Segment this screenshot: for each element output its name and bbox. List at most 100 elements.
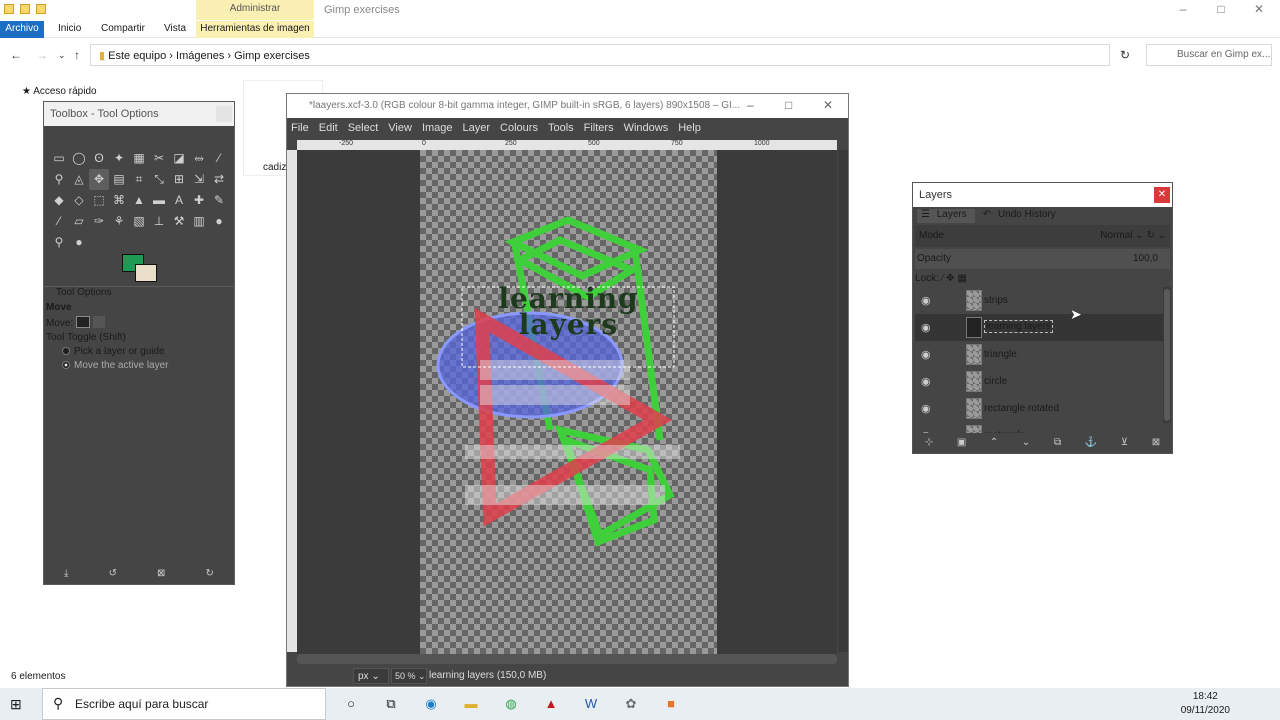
- word-icon[interactable]: W: [576, 692, 606, 716]
- layer-row-selected[interactable]: ◉ learning layers: [915, 314, 1163, 341]
- tab-undo-history[interactable]: ↶ Undo History: [979, 209, 1064, 223]
- ribbon-share-tab[interactable]: Compartir: [101, 21, 145, 38]
- burn-icon[interactable]: ●: [69, 232, 89, 253]
- visibility-eye-icon[interactable]: ◉: [921, 321, 931, 334]
- menu-tools[interactable]: Tools: [548, 122, 574, 140]
- menu-colours[interactable]: Colours: [500, 122, 538, 140]
- heal-icon[interactable]: ✚: [189, 190, 209, 211]
- forward-icon[interactable]: →: [36, 48, 48, 62]
- layer-row[interactable]: ◉ rectangle: [915, 422, 1163, 433]
- rect-select-icon[interactable]: ▭: [49, 148, 69, 169]
- select-by-color-icon[interactable]: ▦: [129, 148, 149, 169]
- move-layer-mode-icon[interactable]: [76, 316, 91, 328]
- vertical-ruler[interactable]: [287, 150, 297, 652]
- gradient-icon[interactable]: ▬: [149, 190, 169, 211]
- visibility-eye-icon[interactable]: ◉: [921, 402, 931, 415]
- smudge-icon[interactable]: ⚒: [169, 211, 189, 232]
- menu-help[interactable]: Help: [678, 122, 701, 140]
- edge-icon[interactable]: ◉: [416, 692, 446, 716]
- scroll-thumb[interactable]: [1164, 289, 1170, 421]
- paintbrush-icon[interactable]: ⁄: [49, 211, 69, 232]
- maximize-icon[interactable]: □: [1202, 0, 1240, 20]
- horizontal-ruler[interactable]: -250 0 250 500 750 1000: [297, 140, 837, 150]
- raise-layer-icon[interactable]: ⌃: [990, 437, 998, 448]
- flip-icon[interactable]: ⇄: [209, 169, 229, 190]
- warp-icon[interactable]: ⊞: [169, 169, 189, 190]
- scissors-icon[interactable]: ✂: [149, 148, 169, 169]
- lock-pixels-icon[interactable]: ⁄: [942, 273, 944, 284]
- ribbon-image-tools-tab[interactable]: Herramientas de imagen: [196, 21, 314, 38]
- up-icon[interactable]: ↑: [74, 48, 80, 62]
- horizontal-scrollbar[interactable]: [297, 654, 837, 664]
- manage-tab[interactable]: Administrar: [196, 0, 314, 20]
- menu-edit[interactable]: Edit: [319, 122, 338, 140]
- chrome-icon[interactable]: ◍: [496, 692, 526, 716]
- menu-filters[interactable]: Filters: [584, 122, 614, 140]
- opacity-slider[interactable]: Opacity 100,0: [915, 249, 1170, 269]
- dodge-icon[interactable]: ●: [209, 211, 229, 232]
- iw-close-icon[interactable]: ✕: [823, 98, 833, 112]
- address-field[interactable]: ▮ Este equipo › Imágenes › Gimp exercise…: [90, 44, 1110, 66]
- toolbox-close-icon[interactable]: [216, 106, 232, 122]
- move-active-layer-radio[interactable]: [62, 361, 70, 369]
- handle-transform-icon[interactable]: ⇲: [189, 169, 209, 190]
- 3d-transform-icon[interactable]: ⬚: [89, 190, 109, 211]
- menu-layer[interactable]: Layer: [463, 122, 491, 140]
- visibility-eye-icon[interactable]: ◉: [921, 375, 931, 388]
- anchor-layer-icon[interactable]: ⚓: [1085, 437, 1097, 448]
- ribbon-view-tab[interactable]: Vista: [164, 21, 186, 38]
- menu-image[interactable]: Image: [422, 122, 453, 140]
- new-layer-group-icon[interactable]: ⊹: [925, 437, 933, 448]
- orange-app-icon[interactable]: ■: [656, 692, 686, 716]
- visibility-eye-icon[interactable]: ◉: [921, 294, 931, 307]
- pick-layer-radio[interactable]: [62, 347, 70, 355]
- explorer-search-input[interactable]: Buscar en Gimp ex...: [1146, 44, 1272, 66]
- menu-view[interactable]: View: [388, 122, 412, 140]
- system-tray[interactable]: 18:42 09/11/2020: [1181, 690, 1230, 718]
- move-path-mode-icon[interactable]: [108, 316, 120, 328]
- pencil-icon[interactable]: ✎: [209, 190, 229, 211]
- delete-options-icon[interactable]: ⊠: [157, 568, 165, 579]
- visibility-eye-icon[interactable]: ◉: [921, 429, 931, 433]
- pick-layer-option[interactable]: Pick a layer or guide: [46, 346, 165, 357]
- layers-close-icon[interactable]: ✕: [1154, 187, 1170, 203]
- close-icon[interactable]: ✕: [1240, 0, 1278, 20]
- breadcrumb-item[interactable]: Este equipo: [108, 50, 166, 62]
- zoom-select[interactable]: 50 % ⌄: [391, 668, 427, 684]
- blur-icon[interactable]: ▥: [189, 211, 209, 232]
- cortana-icon[interactable]: ○: [336, 692, 366, 716]
- crop-icon[interactable]: ⌗: [129, 169, 149, 190]
- text-icon[interactable]: A: [169, 190, 189, 211]
- zoom-icon[interactable]: ⚲: [49, 169, 69, 190]
- warp-transform-icon[interactable]: ⌘: [109, 190, 129, 211]
- unified-transform-icon[interactable]: ⤡: [149, 169, 169, 190]
- gimp-icon[interactable]: ✿: [616, 692, 646, 716]
- eraser-icon[interactable]: ▱: [69, 211, 89, 232]
- save-options-icon[interactable]: ⤓: [64, 568, 68, 579]
- background-color-swatch[interactable]: [135, 264, 157, 282]
- mode-select[interactable]: Normal ⌄ ↻ ⌄: [1100, 230, 1166, 241]
- minimize-icon[interactable]: –: [1164, 0, 1202, 20]
- color-picker-icon[interactable]: ⁄: [209, 148, 229, 169]
- bucket-fill-icon[interactable]: ▲: [129, 190, 149, 211]
- refresh-icon[interactable]: ↻: [1120, 48, 1130, 62]
- taskbar-search-input[interactable]: ⚲ Escribe aquí para buscar: [42, 688, 326, 720]
- align-icon[interactable]: ▤: [109, 169, 129, 190]
- menu-windows[interactable]: Windows: [624, 122, 669, 140]
- lower-layer-icon[interactable]: ⌄: [1022, 437, 1030, 448]
- tab-layers[interactable]: ☰ Layers: [917, 209, 975, 223]
- breadcrumb-item[interactable]: Imágenes: [176, 50, 224, 62]
- new-layer-icon[interactable]: ▣: [957, 437, 966, 448]
- measure-icon[interactable]: ◬: [69, 169, 89, 190]
- move-active-layer-option[interactable]: Move the active layer: [46, 360, 169, 371]
- acrobat-icon[interactable]: ▲: [536, 692, 566, 716]
- layer-row[interactable]: ◉ strips: [915, 287, 1163, 314]
- file-explorer-icon[interactable]: ▬: [456, 692, 486, 716]
- canvas-area[interactable]: learning layers: [297, 150, 837, 654]
- vertical-scrollbar[interactable]: [838, 150, 848, 652]
- iw-minimize-icon[interactable]: –: [747, 98, 754, 112]
- airbrush-icon[interactable]: ✑: [89, 211, 109, 232]
- mypaint-brush-icon[interactable]: ▧: [129, 211, 149, 232]
- duplicate-layer-icon[interactable]: ⧉: [1054, 437, 1061, 448]
- ribbon-home-tab[interactable]: Inicio: [58, 21, 81, 38]
